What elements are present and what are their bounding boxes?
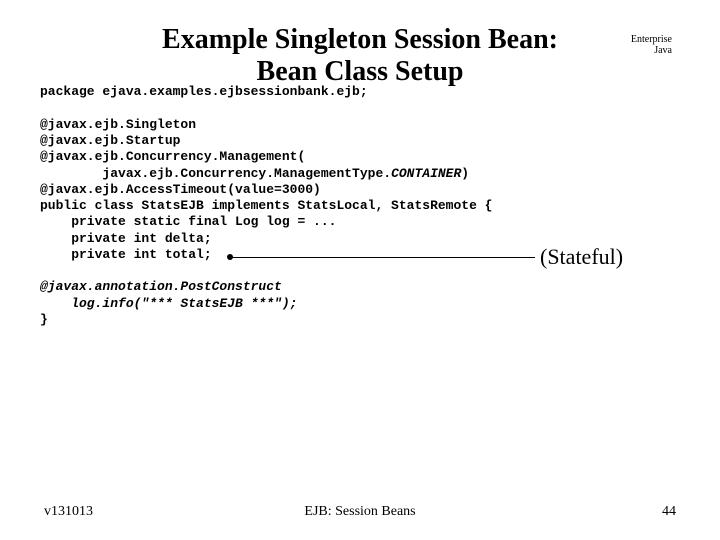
code-line: } [40, 312, 48, 327]
stateful-annotation: (Stateful) [230, 248, 660, 268]
title-line2: Bean Class Setup [257, 56, 464, 87]
code-line: javax.ejb.Concurrency.ManagementType. [40, 166, 391, 181]
corner-line1: Enterprise [631, 34, 672, 45]
code-line: log.info("*** StatsEJB ***"); [40, 296, 297, 311]
code-line: private static final Log log = ... [40, 214, 336, 229]
code-line: package ejava.examples.ejbsessionbank.ej… [40, 84, 368, 99]
annotation-label: (Stateful) [540, 244, 623, 270]
code-line: private int delta; [40, 231, 212, 246]
slide-title: Example Singleton Session Bean: Bean Cla… [110, 24, 610, 88]
code-block: package ejava.examples.ejbsessionbank.ej… [40, 84, 680, 328]
code-line: @javax.ejb.AccessTimeout(value=3000) [40, 182, 321, 197]
corner-tag: Enterprise Java [631, 34, 672, 56]
corner-line2: Java [631, 45, 672, 56]
code-keyword: CONTAINER [391, 166, 461, 181]
code-line: public class StatsEJB implements StatsLo… [40, 198, 492, 213]
code-line: @javax.annotation.PostConstruct [40, 279, 282, 294]
slide-footer: v131013 EJB: Session Beans 44 [0, 504, 720, 520]
annotation-line-icon [230, 257, 535, 258]
code-line: @javax.ejb.Startup [40, 133, 180, 148]
footer-version: v131013 [44, 504, 255, 520]
code-line: @javax.ejb.Concurrency.Management( [40, 149, 305, 164]
code-line: @javax.ejb.Singleton [40, 117, 196, 132]
footer-page-number: 44 [465, 504, 676, 520]
code-line: ) [461, 166, 469, 181]
code-line: private int total; [40, 247, 212, 262]
footer-title: EJB: Session Beans [255, 504, 466, 520]
title-line1: Example Singleton Session Bean: [162, 24, 558, 55]
